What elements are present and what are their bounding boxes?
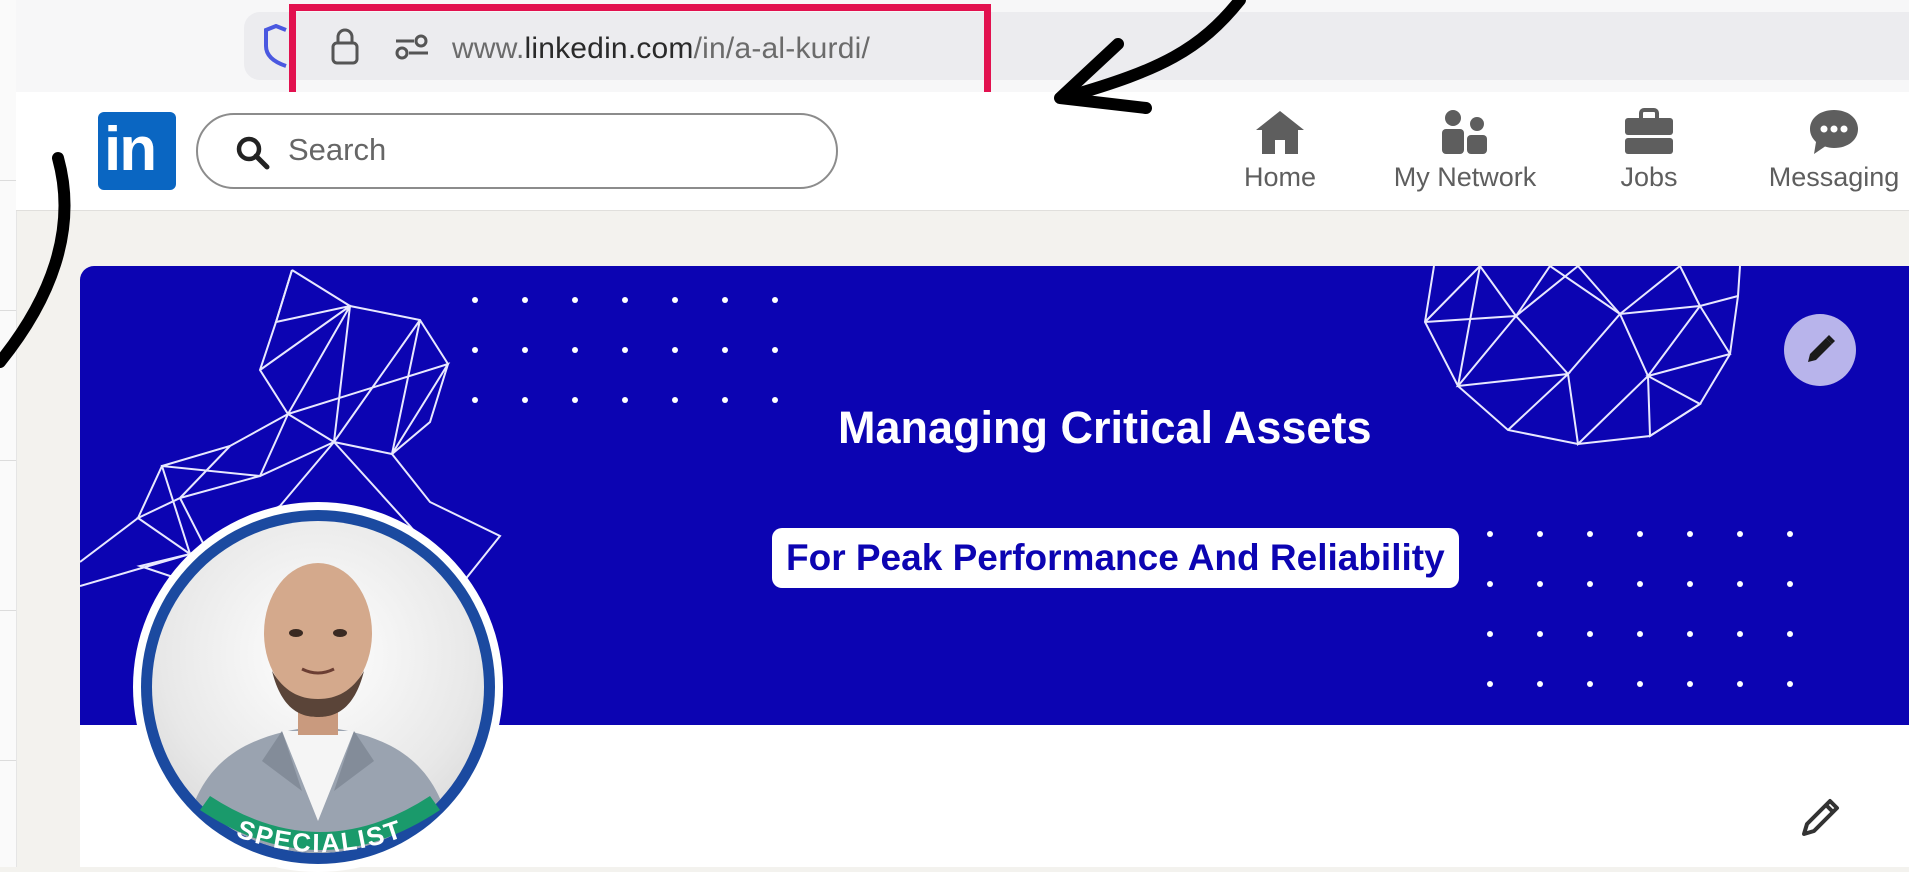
annotation-arrows (0, 0, 1246, 368)
